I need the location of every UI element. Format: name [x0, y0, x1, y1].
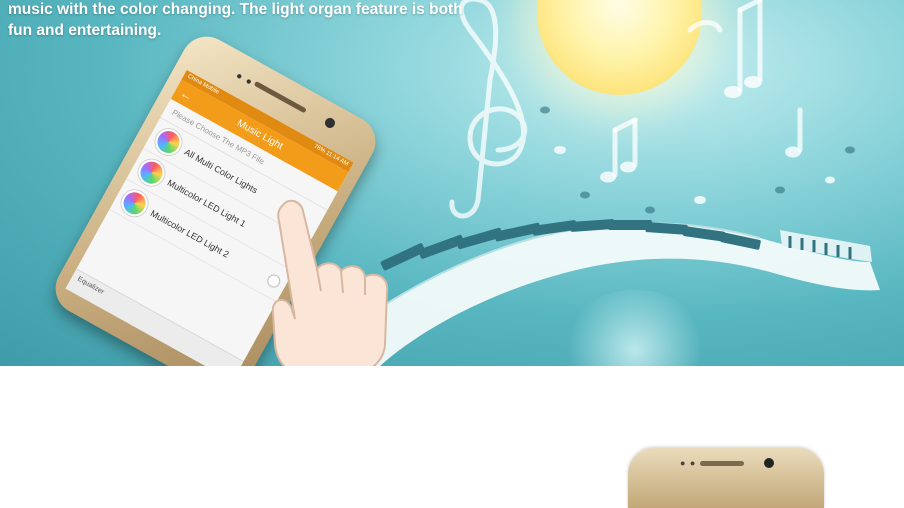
note-heads	[554, 76, 835, 204]
front-camera	[764, 458, 774, 468]
music-notes	[449, 0, 803, 219]
earpiece-speaker	[700, 461, 744, 466]
equalizer-tab[interactable]: Equalizer	[76, 276, 105, 296]
color-bulb-icon	[133, 154, 170, 191]
second-smartphone-top: ● ●	[628, 448, 824, 508]
sensor-dots: ● ●	[233, 70, 255, 89]
sensor-dots: ● ●	[680, 458, 697, 468]
pointing-hand-icon	[271, 199, 389, 366]
earpiece-speaker	[253, 80, 307, 114]
arrow-left-icon[interactable]: ←	[176, 82, 197, 107]
color-bulb-icon	[150, 124, 187, 160]
color-bulb-icon	[116, 185, 153, 221]
music-light-banner: music with the color changing. The light…	[0, 0, 904, 366]
banner-description: music with the color changing. The light…	[8, 1, 463, 39]
front-camera	[323, 116, 337, 130]
